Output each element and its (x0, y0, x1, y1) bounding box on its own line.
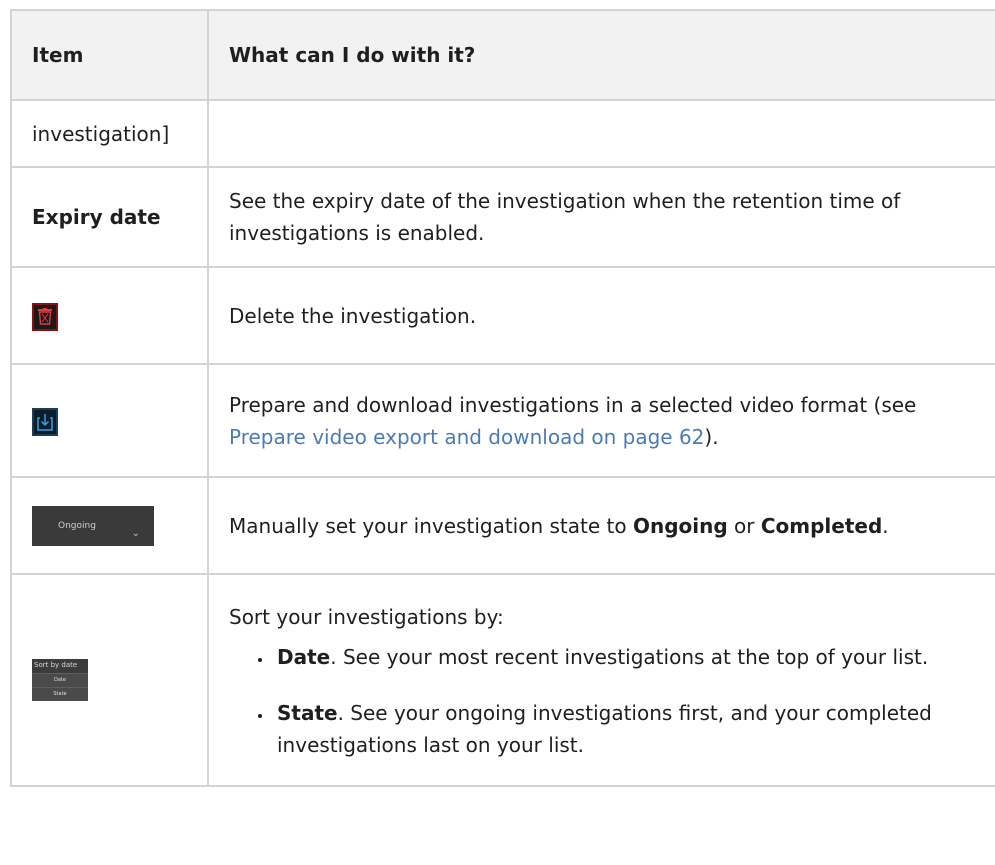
state-ongoing: Ongoing (632, 513, 728, 538)
sort-intro: Sort your investigations by: (229, 605, 504, 629)
download-desc-after: ). (704, 424, 719, 449)
items-table: Item What can I do with it? investigatio… (10, 9, 995, 787)
table-row-state: Ongoing ⌄ Manually set your investigatio… (10, 476, 995, 575)
state-desc-after: . (882, 513, 889, 538)
state-dropdown-value: Ongoing (58, 520, 96, 531)
sort-term: State (277, 701, 338, 725)
cell-item: Expiry date (10, 166, 209, 268)
header-item: Item (10, 9, 209, 101)
download-desc-before: Prepare and download investigations in a… (229, 392, 917, 417)
trash-icon (32, 303, 58, 331)
cell-item: investigation] (10, 99, 209, 168)
state-completed: Completed (760, 513, 883, 538)
state-dropdown: Ongoing ⌄ (32, 505, 154, 546)
cell-desc: Manually set your investigation state to… (207, 476, 995, 575)
sort-text: . See your most recent investigations at… (330, 645, 929, 669)
table-row-delete: Delete the investigation. (10, 266, 995, 365)
export-link[interactable]: Prepare video export and download on pag… (229, 425, 704, 449)
sort-dropdown-widget: Sort by date Date State (32, 659, 88, 701)
state-or: or (727, 513, 761, 538)
list-item: State. See your ongoing investigations f… (273, 697, 988, 761)
table-header-row: Item What can I do with it? (10, 9, 995, 101)
header-action: What can I do with it? (207, 9, 995, 101)
cell-desc (207, 99, 995, 168)
list-item: Date. See your most recent investigation… (273, 641, 988, 673)
sort-widget-header: Sort by date (32, 659, 88, 673)
cell-desc: See the expiry date of the investigation… (207, 166, 995, 268)
table-row-download: Prepare and download investigations in a… (10, 363, 995, 478)
table-row-expiry: Expiry date See the expiry date of the i… (10, 166, 995, 268)
sort-widget-option: Date (32, 673, 88, 687)
table-row-continuation: investigation] (10, 99, 995, 168)
cell-desc: Sort your investigations by: Date. See y… (207, 573, 995, 787)
state-desc-before: Manually set your investigation state to (229, 513, 633, 538)
download-icon (32, 408, 58, 436)
table-row-sort: Sort by date Date State Sort your invest… (10, 573, 995, 787)
cell-item: Sort by date Date State (10, 573, 209, 787)
chevron-down-icon: ⌄ (131, 527, 140, 539)
sort-widget-option: State (32, 687, 88, 701)
sort-options-list: Date. See your most recent investigation… (229, 641, 988, 761)
cell-item (10, 266, 209, 365)
cell-desc: Prepare and download investigations in a… (207, 363, 995, 478)
sort-text: . See your ongoing investigations first,… (277, 701, 932, 757)
cell-item: Ongoing ⌄ (10, 476, 209, 575)
cell-item (10, 363, 209, 478)
sort-term: Date (277, 645, 331, 669)
cell-desc: Delete the investigation. (207, 266, 995, 365)
